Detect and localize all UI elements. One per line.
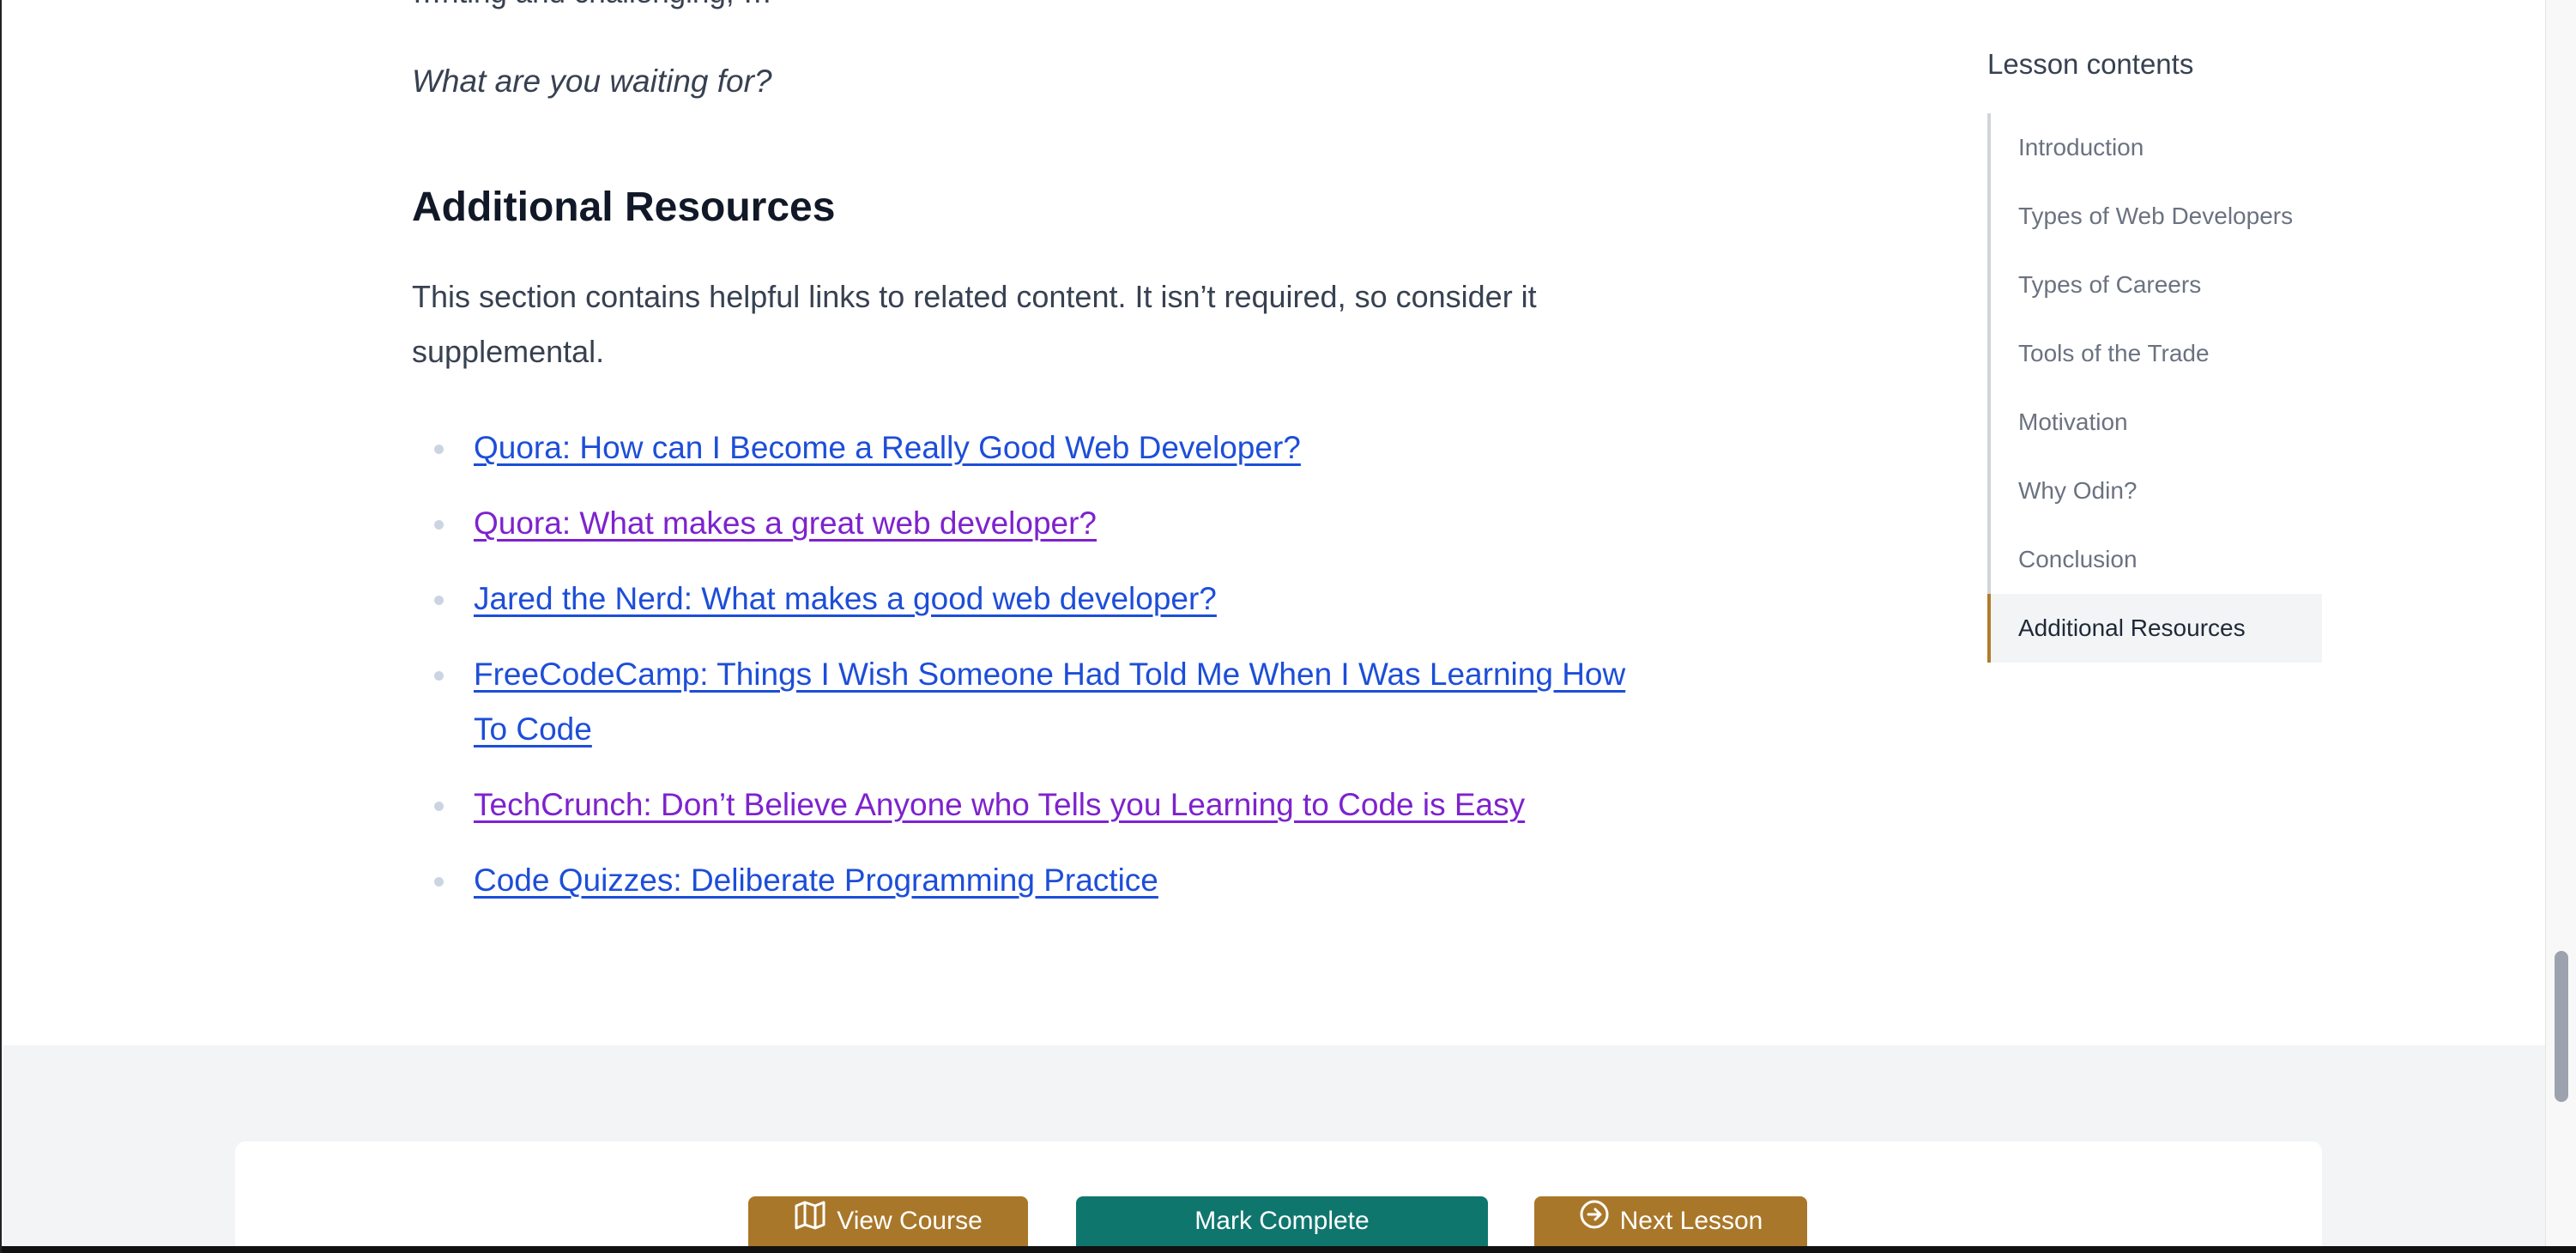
page-scrollbar[interactable] — [2545, 0, 2576, 1253]
toc-item-additional-resources[interactable]: Additional Resources — [1987, 594, 2322, 663]
bullet-icon — [434, 671, 444, 681]
toc-item-conclusion[interactable]: Conclusion — [1991, 525, 2322, 594]
toc-item-introduction[interactable]: Introduction — [1991, 113, 2322, 182]
list-item: Quora: How can I Become a Really Good We… — [412, 421, 1630, 475]
bullet-icon — [434, 520, 444, 530]
view-course-label: View Course — [837, 1207, 983, 1235]
toc-item-types-of-web-developers[interactable]: Types of Web Developers — [1991, 182, 2322, 251]
resource-link-code-quizzes[interactable]: Code Quizzes: Deliberate Programming Pra… — [474, 863, 1158, 898]
toc-item-motivation[interactable]: Motivation — [1991, 388, 2322, 457]
additional-resources-heading: Additional Resources — [412, 185, 836, 230]
scrollbar-thumb[interactable] — [2555, 951, 2568, 1102]
browser-window: …nting and challenging, … What are you w… — [0, 0, 2576, 1253]
resource-link-techcrunch[interactable]: TechCrunch: Don’t Believe Anyone who Tel… — [474, 787, 1525, 822]
section-intro: This section contains helpful links to r… — [412, 279, 1537, 369]
resource-link-freecodecamp[interactable]: FreeCodeCamp: Things I Wish Someone Had … — [474, 657, 1625, 747]
list-item: Quora: What makes a great web developer? — [412, 496, 1630, 551]
toc-item-why-odin[interactable]: Why Odin? — [1991, 457, 2322, 525]
bullet-icon — [434, 802, 444, 811]
mark-complete-button[interactable]: Mark Complete — [1076, 1196, 1488, 1253]
article-partial-line: …nting and challenging, … — [412, 0, 772, 10]
bullet-icon — [434, 877, 444, 887]
bullet-icon — [434, 445, 444, 454]
list-item: FreeCodeCamp: Things I Wish Someone Had … — [412, 647, 1630, 757]
next-lesson-label: Next Lesson — [1619, 1207, 1763, 1235]
closing-question: What are you waiting for? — [412, 64, 772, 99]
mark-complete-label: Mark Complete — [1194, 1207, 1370, 1235]
toc-title: Lesson contents — [1987, 48, 2194, 80]
map-icon — [794, 1197, 826, 1247]
toc-item-types-of-careers[interactable]: Types of Careers — [1991, 251, 2322, 319]
lesson-footer: View Course Mark Complete Next Lesson — [3, 1045, 2549, 1253]
resource-list: Quora: How can I Become a Really Good We… — [412, 421, 1630, 929]
list-item: TechCrunch: Don’t Believe Anyone who Tel… — [412, 778, 1630, 832]
resource-link-quora-good-developer[interactable]: Quora: How can I Become a Really Good We… — [474, 430, 1301, 465]
lesson-actions-card: View Course Mark Complete Next Lesson — [235, 1141, 2322, 1253]
toc-item-tools-of-the-trade[interactable]: Tools of the Trade — [1991, 319, 2322, 388]
list-item: Jared the Nerd: What makes a good web de… — [412, 572, 1630, 626]
toc-list: Introduction Types of Web Developers Typ… — [1987, 113, 2322, 663]
view-course-button[interactable]: View Course — [748, 1196, 1028, 1253]
window-bottom-edge — [2, 1246, 2576, 1253]
list-item: Code Quizzes: Deliberate Programming Pra… — [412, 853, 1630, 908]
bullet-icon — [434, 596, 444, 605]
next-lesson-button[interactable]: Next Lesson — [1534, 1196, 1807, 1253]
lesson-page: …nting and challenging, … What are you w… — [3, 0, 2549, 1253]
resource-link-jared-the-nerd[interactable]: Jared the Nerd: What makes a good web de… — [474, 581, 1217, 616]
resource-link-quora-great-developer[interactable]: Quora: What makes a great web developer? — [474, 505, 1097, 541]
arrow-circle-right-icon — [1579, 1197, 1610, 1247]
